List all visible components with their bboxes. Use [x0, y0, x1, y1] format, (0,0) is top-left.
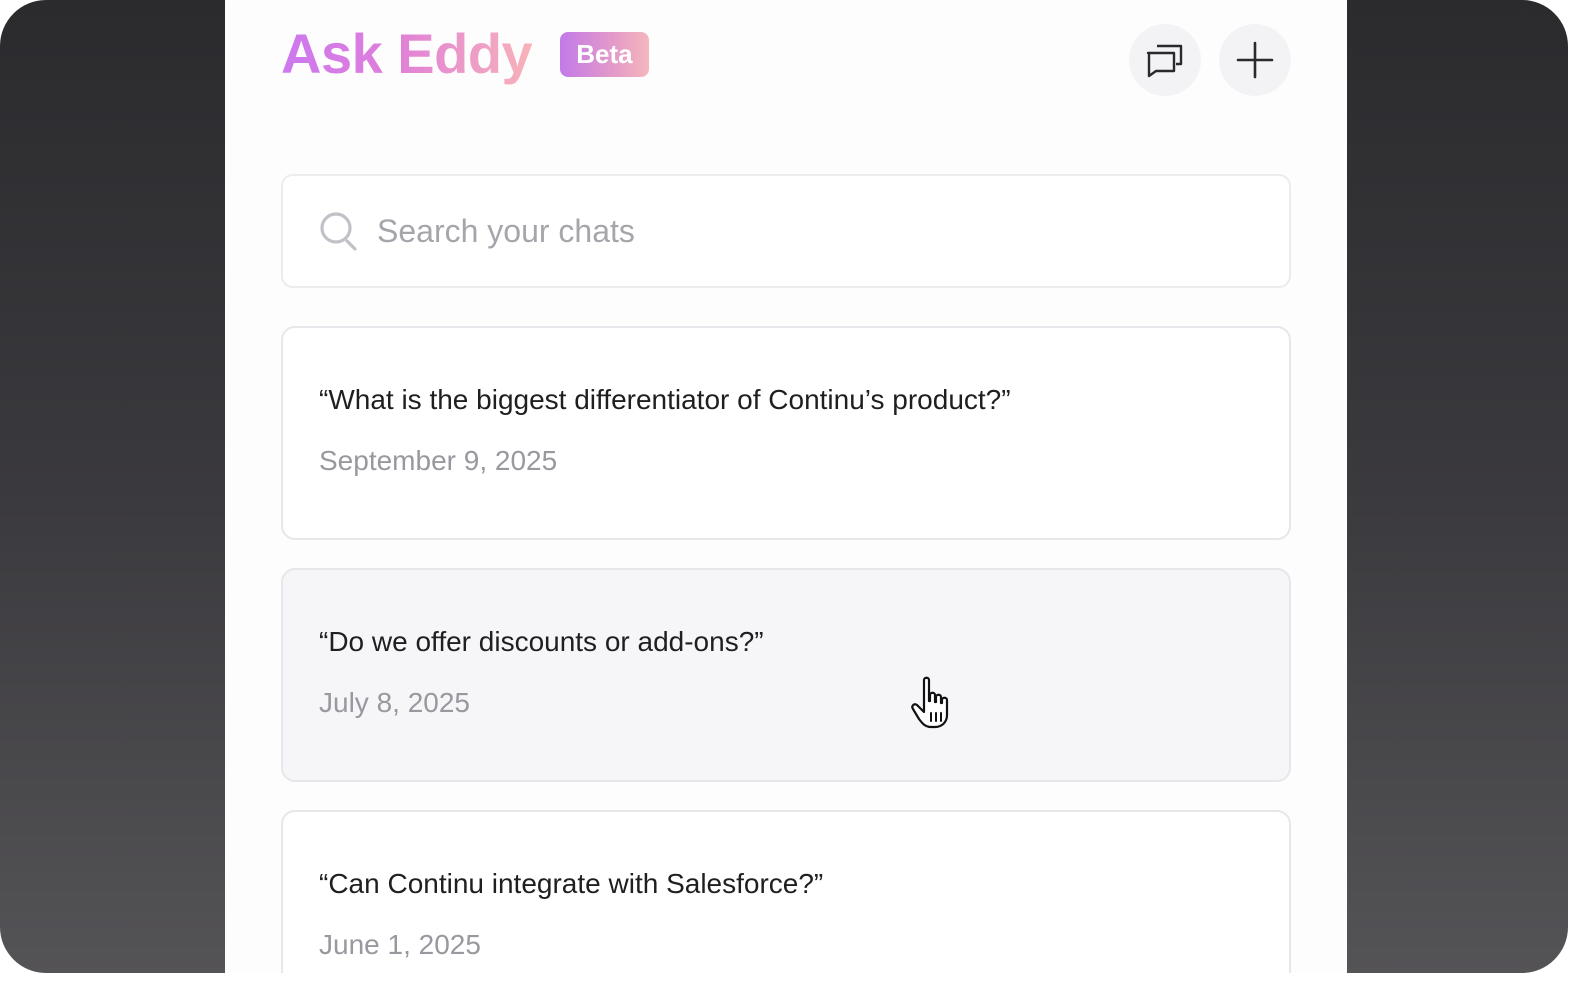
hand-pointer-cursor-icon — [911, 676, 949, 729]
chat-question: “Can Continu integrate with Salesforce?” — [319, 868, 824, 899]
search-bar[interactable] — [281, 174, 1291, 288]
chat-question: “What is the biggest differentiator of C… — [319, 384, 1011, 415]
window-frame: Ask Eddy Beta “What is the biggest diffe… — [0, 0, 1568, 973]
ask-eddy-panel: Ask Eddy Beta “What is the biggest diffe… — [225, 0, 1347, 973]
chat-history-button[interactable] — [1129, 24, 1201, 96]
new-chat-button[interactable] — [1219, 24, 1291, 96]
plus-icon — [1236, 41, 1274, 79]
search-icon — [320, 212, 357, 251]
chat-list-item[interactable]: “Can Continu integrate with Salesforce?”… — [281, 810, 1291, 973]
brand-header: Ask Eddy Beta — [281, 20, 649, 88]
chat-list-item[interactable]: “What is the biggest differentiator of C… — [281, 326, 1291, 540]
chats-icon — [1146, 44, 1183, 78]
chat-date: September 9, 2025 — [319, 445, 558, 476]
beta-badge: Beta — [560, 31, 649, 77]
app-title: Ask Eddy — [281, 20, 533, 88]
chat-question: “Do we offer discounts or add-ons?” — [319, 626, 764, 657]
chat-list-item[interactable]: “Do we offer discounts or add-ons?” July… — [281, 568, 1291, 782]
chat-date: June 1, 2025 — [319, 929, 481, 960]
search-input[interactable] — [377, 212, 1277, 250]
chat-date: July 8, 2025 — [319, 687, 470, 718]
